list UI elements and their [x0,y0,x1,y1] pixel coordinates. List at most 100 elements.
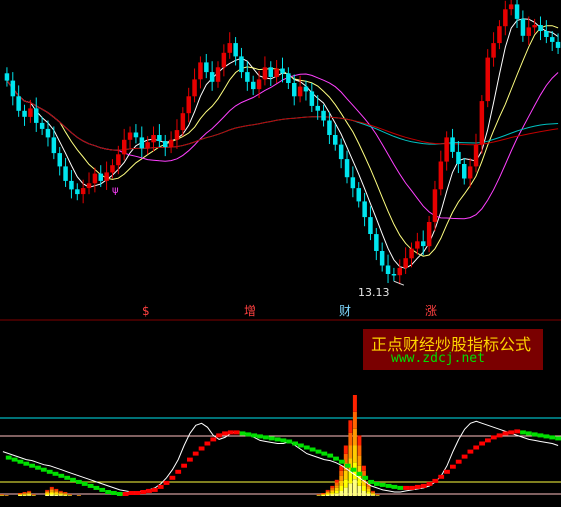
trend-step [134,491,141,495]
trend-step [5,455,12,460]
candle-body [127,132,133,140]
trend-step [432,478,439,483]
trend-step [35,465,41,470]
trend-step [450,464,456,469]
brand-url: www.zdcj.net [391,351,485,366]
candle-body [280,68,285,74]
heat-bar [371,491,375,493]
trend-step [444,469,450,474]
trend-step [29,463,35,468]
candle-body [268,67,273,77]
chart-svg [0,0,561,496]
candle-body [374,234,379,251]
heat-bar [330,490,335,493]
trend-step [409,485,415,490]
candle-body [526,27,531,36]
trend-step [549,435,556,440]
trend-step [543,434,550,439]
trend-step [245,432,252,437]
candle-body [86,183,92,189]
heat-bar [22,494,27,496]
heat-bar [352,395,357,412]
candle-body [286,73,291,83]
heat-bar [361,470,366,476]
candle-body [145,142,150,149]
candle-body [227,43,232,53]
candle-body [450,137,455,152]
candle-body [16,96,21,111]
trend-step [520,430,526,435]
heat-bar [63,495,68,496]
candle-body [544,31,549,37]
heat-bar [18,493,23,494]
trend-step [11,457,18,462]
chart-window: 13.13 $ 增 财 涨 ψ 正点财经炒股指标公式 www.zdcj.net [0,0,561,507]
candle-body [303,86,309,92]
candle-body [92,173,98,184]
heat-bar [330,489,335,491]
candle-body [139,137,145,149]
trend-step [64,475,71,480]
trend-step [473,445,480,450]
trend-step [239,431,246,436]
candle-body [485,57,490,102]
heat-bar [325,495,330,496]
candle-body [22,110,27,117]
trend-step [157,484,164,489]
ma60-line [6,80,559,151]
candle-body [28,108,33,117]
oscillator-lines [2,420,561,496]
oscillator-bars [0,395,380,496]
candle-body [385,265,391,274]
candle-body [497,26,502,44]
candle-body [403,258,408,268]
trend-step [210,437,217,442]
heat-bar [339,480,344,486]
heat-bar [58,492,63,494]
trend-step [233,430,240,435]
trend-step [163,480,170,485]
heat-bar [334,479,339,483]
candle-body [432,189,438,222]
heat-bar [343,470,348,480]
trend-step [362,475,369,480]
candle-body [350,177,356,189]
candle-body [57,153,62,167]
heat-bar [330,492,335,495]
heat-bar [330,485,335,488]
candle-body [192,79,197,97]
heat-bar [54,488,59,491]
trend-step [140,490,147,494]
heat-bar [352,445,357,463]
heat-bar [22,492,27,493]
trend-step [333,456,339,461]
heat-bar [357,445,362,456]
heat-bar [334,485,339,488]
heat-bar [22,492,27,494]
trend-step [403,485,409,490]
heat-bar [325,490,330,492]
trend-step [93,485,100,490]
candle-body [555,41,561,48]
candle-body [368,217,373,234]
trend-step [555,436,561,441]
heat-bar [366,486,371,489]
trend-step [105,490,111,494]
candle-body [104,172,109,181]
candle-body [397,267,402,276]
trend-step [263,435,269,440]
candle-body [473,144,479,167]
trend-step [251,433,258,438]
heat-bar [22,493,27,494]
signal-label-4: 涨 [425,304,438,318]
trend-step [58,473,65,478]
trend-step [17,459,24,464]
candle-body [467,166,473,179]
trend-step [181,463,187,468]
heat-bar [325,489,330,491]
heat-bar [18,494,23,495]
trend-step [198,446,205,451]
heat-bar [49,488,54,490]
low-price-label: 13.13 [358,286,390,299]
candle-body [456,151,461,164]
